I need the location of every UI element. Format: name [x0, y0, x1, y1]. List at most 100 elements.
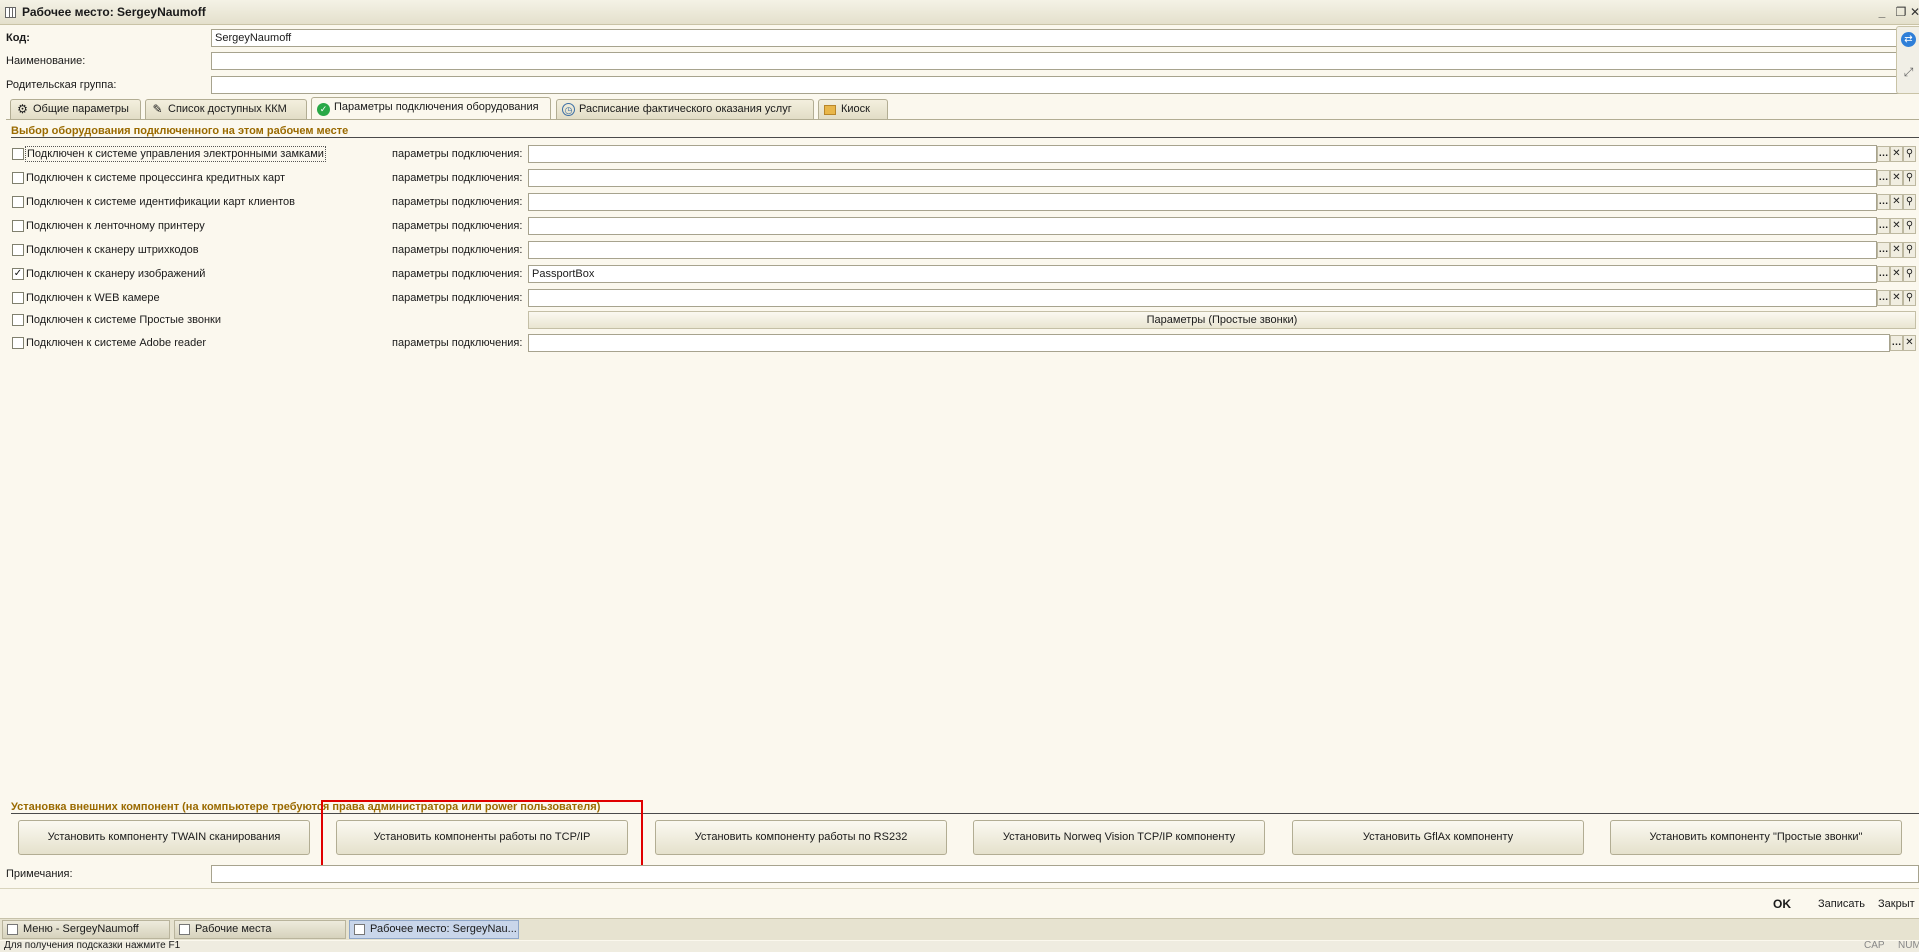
- tab-general[interactable]: ⚙ Общие параметры: [10, 99, 141, 119]
- param-label: параметры подключения:: [392, 220, 523, 232]
- taskbar-item-workplaces[interactable]: Рабочие места: [174, 920, 346, 939]
- name-label: Наименование:: [6, 55, 86, 67]
- tab-schedule[interactable]: ◷ Расписание фактического оказания услуг: [556, 99, 814, 119]
- param-label: параметры подключения:: [392, 244, 523, 256]
- expand-icon[interactable]: ⤢: [1901, 65, 1916, 80]
- components-divider: [11, 813, 1919, 814]
- clear-icon[interactable]: ✕: [1890, 146, 1903, 162]
- install-gflax-button[interactable]: Установить GflAx компоненту: [1292, 820, 1584, 855]
- tab-schedule-label: Расписание фактического оказания услуг: [579, 103, 792, 115]
- name-field[interactable]: [211, 52, 1919, 70]
- install-simple-calls-button[interactable]: Установить компоненту "Простые звонки": [1610, 820, 1902, 855]
- form-icon: [354, 924, 365, 935]
- image-scanner-checkbox[interactable]: ✓: [12, 268, 24, 280]
- list-icon: [179, 924, 190, 935]
- notes-field[interactable]: [211, 865, 1919, 883]
- param-label: параметры подключения:: [392, 172, 523, 184]
- clear-icon[interactable]: ✕: [1890, 170, 1903, 186]
- section-divider: [11, 137, 1919, 138]
- clear-icon[interactable]: ✕: [1890, 218, 1903, 234]
- lock-system-checkbox[interactable]: [12, 148, 24, 160]
- equipment-section-title: Выбор оборудования подключенного на этом…: [11, 125, 349, 137]
- save-button[interactable]: Записать: [1818, 896, 1865, 912]
- code-field[interactable]: SergeyNaumoff: [211, 29, 1919, 47]
- document-icon: [7, 924, 18, 935]
- taskbar-item-workplace-label: Рабочее место: SergeyNau...: [370, 923, 517, 935]
- tab-equipment[interactable]: ✓ Параметры подключения оборудования: [311, 97, 551, 120]
- restore-icon[interactable]: ❐: [1893, 4, 1909, 20]
- search-icon[interactable]: ⚲: [1903, 170, 1916, 186]
- select-button[interactable]: …: [1877, 194, 1890, 210]
- search-icon[interactable]: ⚲: [1903, 242, 1916, 258]
- tab-general-label: Общие параметры: [33, 103, 129, 115]
- lock-system-params-field[interactable]: [528, 145, 1877, 163]
- clear-icon[interactable]: ✕: [1890, 290, 1903, 306]
- barcode-scanner-params-field[interactable]: [528, 241, 1877, 259]
- taskbar-item-workplaces-label: Рабочие места: [195, 923, 272, 935]
- folder-icon: [824, 105, 836, 115]
- web-camera-params-field[interactable]: [528, 289, 1877, 307]
- select-button[interactable]: …: [1890, 335, 1903, 351]
- adobe-reader-checkbox[interactable]: [12, 337, 24, 349]
- credit-card-checkbox[interactable]: [12, 172, 24, 184]
- close-button[interactable]: Закрыт: [1878, 896, 1915, 912]
- barcode-scanner-checkbox[interactable]: [12, 244, 24, 256]
- tape-printer-label: Подключен к ленточному принтеру: [26, 220, 205, 232]
- notes-label: Примечания:: [6, 868, 73, 880]
- taskbar-item-workplace[interactable]: Рабочее место: SergeyNau...: [349, 920, 519, 939]
- install-norweq-button[interactable]: Установить Norweq Vision TCP/IP компонен…: [973, 820, 1265, 855]
- search-icon[interactable]: ⚲: [1903, 146, 1916, 162]
- tab-kiosk[interactable]: Киоск: [818, 99, 888, 119]
- clock-icon: ◷: [562, 103, 575, 116]
- tab-kkm-list[interactable]: ✎ Список доступных ККМ: [145, 99, 307, 119]
- ok-button[interactable]: OK: [1773, 896, 1791, 912]
- web-camera-checkbox[interactable]: [12, 292, 24, 304]
- select-button[interactable]: …: [1877, 290, 1890, 306]
- image-scanner-params-field[interactable]: PassportBox: [528, 265, 1877, 283]
- parent-group-field[interactable]: [211, 76, 1919, 94]
- install-twain-button[interactable]: Установить компоненту TWAIN сканирования: [18, 820, 310, 855]
- window-title: Рабочее место: SergeyNaumoff: [22, 5, 206, 19]
- client-card-checkbox[interactable]: [12, 196, 24, 208]
- install-rs232-button[interactable]: Установить компоненту работы по RS232: [655, 820, 947, 855]
- check-circle-icon: ✓: [317, 103, 330, 116]
- credit-card-params-field[interactable]: [528, 169, 1877, 187]
- param-label: параметры подключения:: [392, 148, 523, 160]
- tab-equipment-label: Параметры подключения оборудования: [334, 101, 539, 113]
- adobe-reader-label: Подключен к системе Adobe reader: [26, 337, 206, 349]
- close-icon[interactable]: ✕: [1910, 4, 1919, 20]
- select-button[interactable]: …: [1877, 218, 1890, 234]
- search-icon[interactable]: ⚲: [1903, 290, 1916, 306]
- tab-kiosk-label: Киоск: [841, 103, 870, 115]
- client-card-params-field[interactable]: [528, 193, 1877, 211]
- clear-icon[interactable]: ✕: [1890, 194, 1903, 210]
- status-bar: Для получения подсказки нажмите F1 CAP N…: [0, 941, 1919, 952]
- taskbar-item-menu-label: Меню - SergeyNaumoff: [23, 923, 139, 935]
- select-button[interactable]: …: [1877, 266, 1890, 282]
- tab-kkm-list-label: Список доступных ККМ: [168, 103, 287, 115]
- side-panel: ⇄ ⤢: [1896, 26, 1919, 94]
- minimize-icon[interactable]: _: [1874, 4, 1890, 20]
- param-label: параметры подключения:: [392, 196, 523, 208]
- support-icon[interactable]: ⇄: [1901, 32, 1916, 47]
- simple-calls-params-button[interactable]: Параметры (Простые звонки): [528, 311, 1916, 329]
- simple-calls-checkbox[interactable]: [12, 314, 24, 326]
- search-icon[interactable]: ⚲: [1903, 218, 1916, 234]
- clear-icon[interactable]: ✕: [1890, 266, 1903, 282]
- tape-printer-checkbox[interactable]: [12, 220, 24, 232]
- select-button[interactable]: …: [1877, 146, 1890, 162]
- select-button[interactable]: …: [1877, 170, 1890, 186]
- adobe-reader-params-field[interactable]: [528, 334, 1890, 352]
- taskbar-item-menu[interactable]: Меню - SergeyNaumoff: [2, 920, 170, 939]
- select-button[interactable]: …: [1877, 242, 1890, 258]
- clear-icon[interactable]: ✕: [1903, 335, 1916, 351]
- search-icon[interactable]: ⚲: [1903, 266, 1916, 282]
- search-icon[interactable]: ⚲: [1903, 194, 1916, 210]
- param-label: параметры подключения:: [392, 337, 523, 349]
- client-card-label: Подключен к системе идентификации карт к…: [26, 196, 295, 208]
- tape-printer-params-field[interactable]: [528, 217, 1877, 235]
- clear-icon[interactable]: ✕: [1890, 242, 1903, 258]
- web-camera-label: Подключен к WEB камере: [26, 292, 160, 304]
- tab-divider: [6, 119, 1919, 120]
- gear-icon: ⚙: [17, 102, 28, 116]
